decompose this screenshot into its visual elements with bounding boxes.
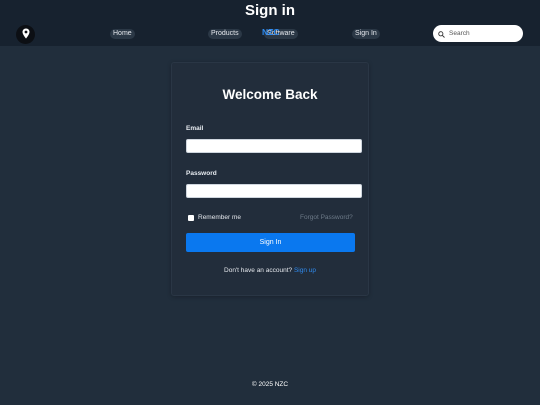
login-title: Welcome Back (222, 87, 318, 102)
forgot-password-link[interactable]: Forgot Password? (300, 214, 353, 221)
nav-home[interactable]: Home (110, 29, 135, 39)
remember-me[interactable]: Remember me (188, 214, 241, 221)
search-box[interactable] (433, 25, 523, 42)
password-field[interactable] (186, 184, 362, 198)
remember-checkbox[interactable] (188, 214, 194, 221)
signup-link[interactable]: Sign up (294, 267, 316, 274)
login-card: Welcome Back Email Password Remember me … (171, 62, 369, 296)
search-icon (438, 25, 445, 43)
brand-name[interactable]: NZC (262, 27, 279, 38)
nav-products[interactable]: Products (208, 29, 242, 39)
signup-row: Don't have an account? Sign up (172, 267, 368, 274)
signup-prompt: Don't have an account? (224, 267, 293, 274)
page-title: Sign in (245, 2, 295, 19)
search-input[interactable] (449, 30, 517, 37)
map-pin-icon (22, 26, 30, 44)
email-field[interactable] (186, 139, 362, 153)
top-header: Sign in Home Products Software NZC Sign … (0, 0, 540, 46)
sign-in-button[interactable]: Sign In (186, 233, 355, 252)
footer-copyright: © 2025 NZC (251, 381, 289, 388)
remember-label: Remember me (198, 214, 241, 221)
password-label: Password (186, 170, 217, 177)
email-label: Email (186, 125, 204, 132)
nav-sign-in[interactable]: Sign In (352, 29, 380, 39)
logo[interactable] (16, 25, 35, 44)
